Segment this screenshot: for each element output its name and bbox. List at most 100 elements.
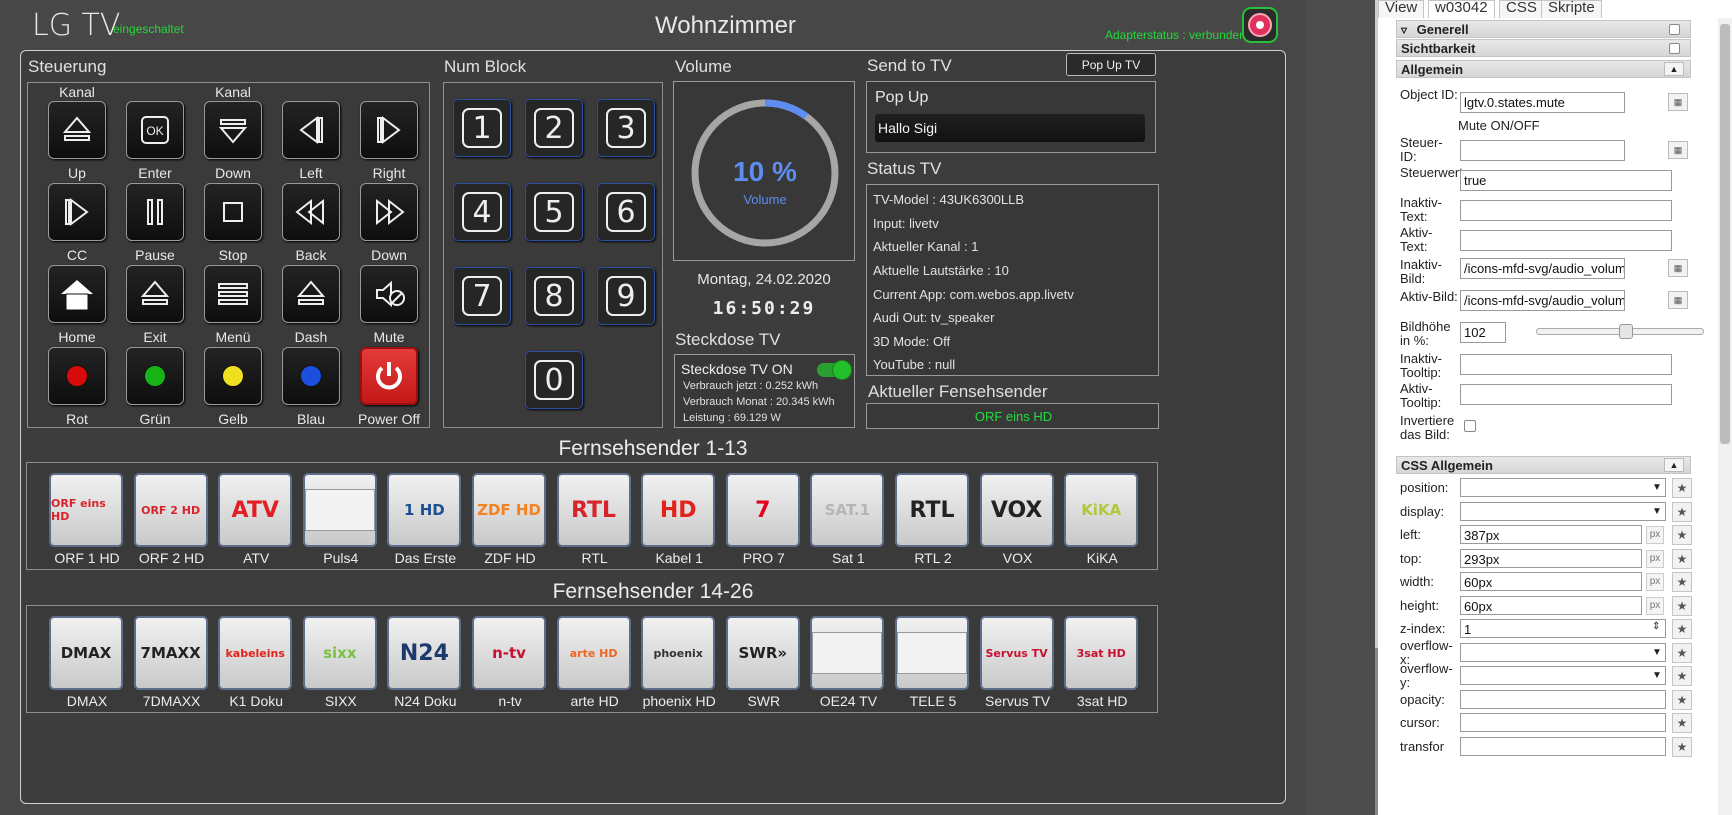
channel-logo[interactable]: DMAX [49,616,123,690]
channel-tile[interactable]: SWR» SWR [725,616,802,724]
css-input[interactable]: 1 [1460,619,1666,638]
channel-logo[interactable]: 7 [725,473,800,547]
css-input[interactable] [1460,666,1666,685]
channel-logo[interactable]: RTL [895,473,969,547]
channel-logo[interactable]: N24 [387,616,462,690]
plug-toggle[interactable] [817,360,852,380]
px-unit-button[interactable]: px [1646,596,1664,615]
section-checkbox[interactable] [1669,24,1680,35]
invert-checkbox[interactable] [1464,420,1476,432]
prop-input-inaktiv_tooltip[interactable] [1460,354,1672,375]
channel-tile[interactable]: arte HD arte HD [556,616,633,724]
css-input[interactable]: 60px [1460,572,1642,591]
px-unit-button[interactable]: px [1646,526,1664,544]
channel-logo[interactable]: n-tv [472,616,546,690]
section-checkbox[interactable] [1669,43,1680,54]
control-button-mute[interactable] [360,265,418,323]
control-button-down[interactable] [360,183,418,241]
prop-input-bildhoehe[interactable]: 102 [1460,322,1506,343]
collapse-icon[interactable]: ▲ [1664,62,1684,76]
num-key-0[interactable]: 0 [525,351,583,409]
channel-tile[interactable]: SAT.1 Sat 1 [810,473,886,581]
object-browser-icon[interactable]: ▦ [1668,291,1688,309]
popup-message-input[interactable]: Hallo Sigi [875,114,1145,142]
channel-tile[interactable]: RTL RTL [556,473,633,581]
section-sichtbarkeit[interactable]: Sichtbarkeit [1396,39,1691,57]
channel-logo[interactable]: RTL [556,473,631,547]
adapter-button[interactable] [1242,7,1278,43]
control-button-up[interactable] [48,101,106,159]
num-key-9[interactable]: 9 [597,267,655,325]
css-input[interactable] [1460,642,1666,662]
control-button-cc[interactable] [48,183,106,241]
num-key-5[interactable]: 5 [525,183,583,241]
star-icon[interactable]: ★ [1672,525,1692,545]
channel-logo[interactable]: 1 HD [387,473,462,547]
channel-logo[interactable]: 3sat HD [1064,616,1139,690]
channel-logo[interactable] [810,616,885,690]
tab-view[interactable]: View [1378,0,1425,18]
prop-input-steuerwert[interactable]: true [1460,170,1672,191]
object-browser-icon[interactable]: ▦ [1668,141,1688,159]
channel-tile[interactable]: ATV ATV [218,473,294,581]
num-key-1[interactable]: 1 [453,99,511,157]
channel-logo[interactable] [302,473,377,547]
num-key-8[interactable]: 8 [525,267,583,325]
channel-tile[interactable]: HD Kabel 1 [641,473,717,581]
control-button-back[interactable] [282,183,340,241]
channel-logo[interactable]: 7MAXX [133,616,208,690]
css-input[interactable] [1460,501,1666,521]
channel-tile[interactable]: kabeleins K1 Doku [218,616,294,724]
channel-logo[interactable]: sixx [302,616,377,690]
channel-tile[interactable]: 7MAXX 7DMAXX [133,616,210,724]
prop-input-aktiv_text[interactable] [1460,230,1672,251]
control-button-left[interactable] [282,101,340,159]
px-unit-button[interactable]: px [1646,549,1664,568]
control-button-dash[interactable] [282,265,340,323]
tab-scripts[interactable]: Skripte [1541,0,1602,18]
css-input[interactable]: 60px [1460,595,1642,615]
object-browser-icon[interactable]: ▦ [1668,93,1688,111]
collapse-icon[interactable]: ▲ [1664,458,1684,472]
popup-tv-button[interactable]: Pop Up TV [1066,53,1156,76]
channel-logo[interactable]: arte HD [556,616,631,690]
editor-scrollbar[interactable] [1718,18,1732,815]
channel-logo[interactable] [895,616,969,690]
control-button-power-off[interactable] [360,347,418,405]
css-input[interactable]: 387px [1460,525,1642,544]
prop-input-steuer_id[interactable] [1460,140,1625,161]
css-input[interactable] [1460,689,1666,709]
css-input[interactable] [1460,713,1666,732]
channel-tile[interactable]: 7 PRO 7 [725,473,802,581]
control-button-menü[interactable] [204,265,262,323]
channel-logo[interactable]: ORF 2 HD [133,473,208,547]
channel-tile[interactable]: DMAX DMAX [49,616,125,724]
control-button-home[interactable] [48,265,106,323]
prop-input-aktiv_tooltip[interactable] [1460,384,1672,405]
channel-logo[interactable]: kabeleins [218,616,293,690]
channel-tile[interactable]: sixx SIXX [302,616,379,724]
css-input[interactable]: 293px [1460,548,1642,568]
section-generell[interactable]: ▿ Generell [1396,20,1691,38]
prop-input-object_id[interactable]: lgtv.0.states.mute [1460,92,1625,113]
star-icon[interactable]: ★ [1672,572,1692,592]
channel-tile[interactable]: VOX VOX [979,473,1056,581]
channel-logo[interactable]: phoenix [641,616,716,690]
channel-tile[interactable]: 3sat HD 3sat HD [1064,616,1140,724]
section-allgemein[interactable]: Allgemein ▲ [1396,60,1691,78]
control-button-rot[interactable] [48,347,106,405]
control-button-stop[interactable] [204,183,262,241]
tab-css[interactable]: CSS [1499,0,1544,18]
channel-tile[interactable]: Servus TV Servus TV [979,616,1056,724]
control-button-right[interactable] [360,101,418,159]
channel-tile[interactable]: OE24 TV [810,616,886,724]
star-icon[interactable]: ★ [1672,689,1692,710]
channel-tile[interactable]: n-tv n-tv [472,616,548,724]
control-button-down[interactable] [204,101,262,159]
channel-tile[interactable]: phoenix phoenix HD [641,616,717,724]
editor-scrollbar-thumb[interactable] [1720,24,1730,444]
filter-icon[interactable]: ▿ [1401,23,1413,37]
css-input[interactable] [1460,736,1666,756]
channel-logo[interactable]: SAT.1 [810,473,885,547]
section-css-allgemein[interactable]: CSS Allgemein ▲ [1396,456,1691,474]
